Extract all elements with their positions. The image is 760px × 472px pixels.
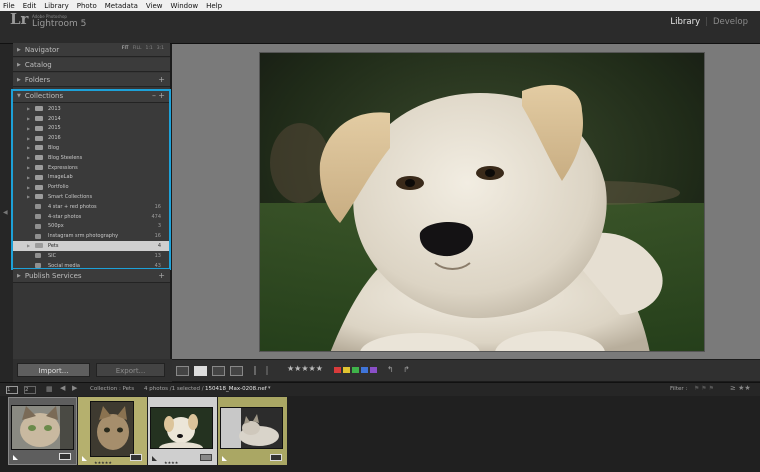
edited-badge-icon: [130, 454, 142, 461]
color-label-chip[interactable]: [370, 367, 377, 373]
expand-triangle-icon: ▶: [17, 76, 21, 83]
color-label-chip[interactable]: [352, 367, 359, 373]
library-toolbar: ↰ ↱: [172, 359, 760, 381]
puppy-photo: [260, 53, 704, 351]
catalog-header[interactable]: ▶ Catalog: [13, 58, 170, 72]
second-window-icon[interactable]: 2: [24, 386, 36, 394]
cat-thumbnail: [11, 405, 74, 450]
collapse-left-icon[interactable]: ◀: [3, 209, 8, 216]
loupe-view-icon[interactable]: [194, 366, 207, 376]
publish-services-header[interactable]: ▶ Publish Services +: [13, 269, 170, 283]
rotate-right-icon[interactable]: ↱: [403, 365, 410, 374]
flag-icon[interactable]: [254, 366, 261, 375]
thumbnail-cell[interactable]: [218, 397, 287, 465]
app-name: Lightroom 5: [32, 19, 87, 29]
forward-arrow-icon[interactable]: ▶: [72, 384, 77, 392]
filmstrip-filename[interactable]: 150418_Max-0208.nef: [205, 386, 267, 392]
thumbnail-cell[interactable]: ★★★★: [148, 397, 217, 465]
cat-lying-thumbnail: [220, 407, 283, 449]
expand-triangle-icon: ▶: [17, 61, 21, 68]
thumbnail-cell[interactable]: [8, 397, 77, 465]
rating-stars[interactable]: ★★★★★: [287, 364, 323, 373]
compare-view-icon[interactable]: [212, 366, 225, 376]
filmstrip: ★★★★★ ★★★★: [0, 396, 760, 472]
thumbnail-stars: ★★★★★: [94, 460, 112, 465]
folders-header[interactable]: ▶ Folders +: [13, 73, 170, 87]
menu-window[interactable]: Window: [171, 2, 199, 10]
edited-badge-icon: [270, 454, 282, 461]
collections-highlight: [11, 89, 171, 270]
navigator-zoom-options: FIT FILL 1:1 3:1: [122, 46, 164, 51]
filter-label: Filter :: [670, 386, 688, 392]
color-label-chip[interactable]: [343, 367, 350, 373]
lightroom-logo: Lr: [10, 10, 29, 28]
navigator-header[interactable]: ▶ Navigator FIT FILL 1:1 3:1: [13, 43, 170, 57]
import-button[interactable]: Import...: [17, 363, 90, 377]
reject-flag-icon[interactable]: [266, 366, 273, 375]
expand-triangle-icon: ▶: [17, 46, 21, 53]
survey-view-icon[interactable]: [230, 366, 243, 376]
menu-file[interactable]: File: [3, 2, 15, 10]
edited-badge-icon: [200, 454, 212, 461]
export-button[interactable]: Export...: [96, 363, 165, 377]
grid-icon[interactable]: ▦: [46, 385, 53, 393]
add-publish-service-icon[interactable]: +: [158, 271, 165, 280]
color-label-chip[interactable]: [334, 367, 341, 373]
thumbnail-corner-icon: [13, 455, 18, 460]
filter-flags-icon[interactable]: ⚑ ⚑ ⚑: [694, 385, 714, 392]
menu-metadata[interactable]: Metadata: [105, 2, 138, 10]
identity-plate: [0, 11, 760, 44]
filename-dropdown-icon[interactable]: ▾: [268, 385, 271, 391]
expand-triangle-icon: ▶: [17, 272, 21, 279]
thumbnail-cell[interactable]: ★★★★★: [78, 397, 147, 465]
zoom-1-1[interactable]: 1:1: [146, 46, 153, 51]
zoom-fill[interactable]: FILL: [133, 46, 142, 51]
main-photo[interactable]: [259, 52, 705, 352]
folders-label: Folders: [24, 75, 51, 84]
zoom-fit[interactable]: FIT: [122, 46, 129, 51]
dog-thumbnail: [150, 407, 213, 449]
zoom-3-1[interactable]: 3:1: [157, 46, 164, 51]
menu-help[interactable]: Help: [206, 2, 222, 10]
back-arrow-icon[interactable]: ◀: [60, 384, 65, 392]
color-label-chip[interactable]: [361, 367, 368, 373]
main-window-icon[interactable]: 1: [6, 386, 18, 394]
grid-view-icon[interactable]: [176, 366, 189, 376]
thumbnail-corner-icon: [152, 456, 157, 461]
publish-services-label: Publish Services: [24, 271, 82, 280]
navigator-label: Navigator: [24, 45, 60, 54]
edited-badge-icon: [59, 453, 71, 460]
menu-photo[interactable]: Photo: [77, 2, 97, 10]
menu-bar: File Edit Library Photo Metadata View Wi…: [0, 0, 760, 11]
rotate-left-icon[interactable]: ↰: [387, 365, 394, 374]
menu-library[interactable]: Library: [44, 2, 68, 10]
filmstrip-header: 1 2 ▦ ◀ ▶ Collection : Pets 4 photos /1 …: [0, 382, 760, 396]
menu-view[interactable]: View: [146, 2, 163, 10]
menu-edit[interactable]: Edit: [23, 2, 37, 10]
thumbnail-corner-icon: [222, 456, 227, 461]
module-develop[interactable]: Develop: [713, 17, 748, 27]
filmstrip-status: 4 photos /1 selected /: [144, 386, 204, 392]
add-folder-icon[interactable]: +: [158, 75, 165, 84]
kitten-thumbnail: [90, 401, 134, 457]
module-separator: |: [705, 17, 708, 27]
filmstrip-source[interactable]: Collection : Pets: [90, 386, 134, 392]
thumbnail-corner-icon: [82, 456, 87, 461]
module-picker: Library | Develop: [670, 17, 748, 27]
filter-stars-icon[interactable]: ≥ ★★: [730, 384, 751, 392]
catalog-label: Catalog: [24, 60, 52, 69]
thumbnail-stars: ★★★★: [164, 460, 179, 465]
module-library[interactable]: Library: [670, 17, 700, 27]
